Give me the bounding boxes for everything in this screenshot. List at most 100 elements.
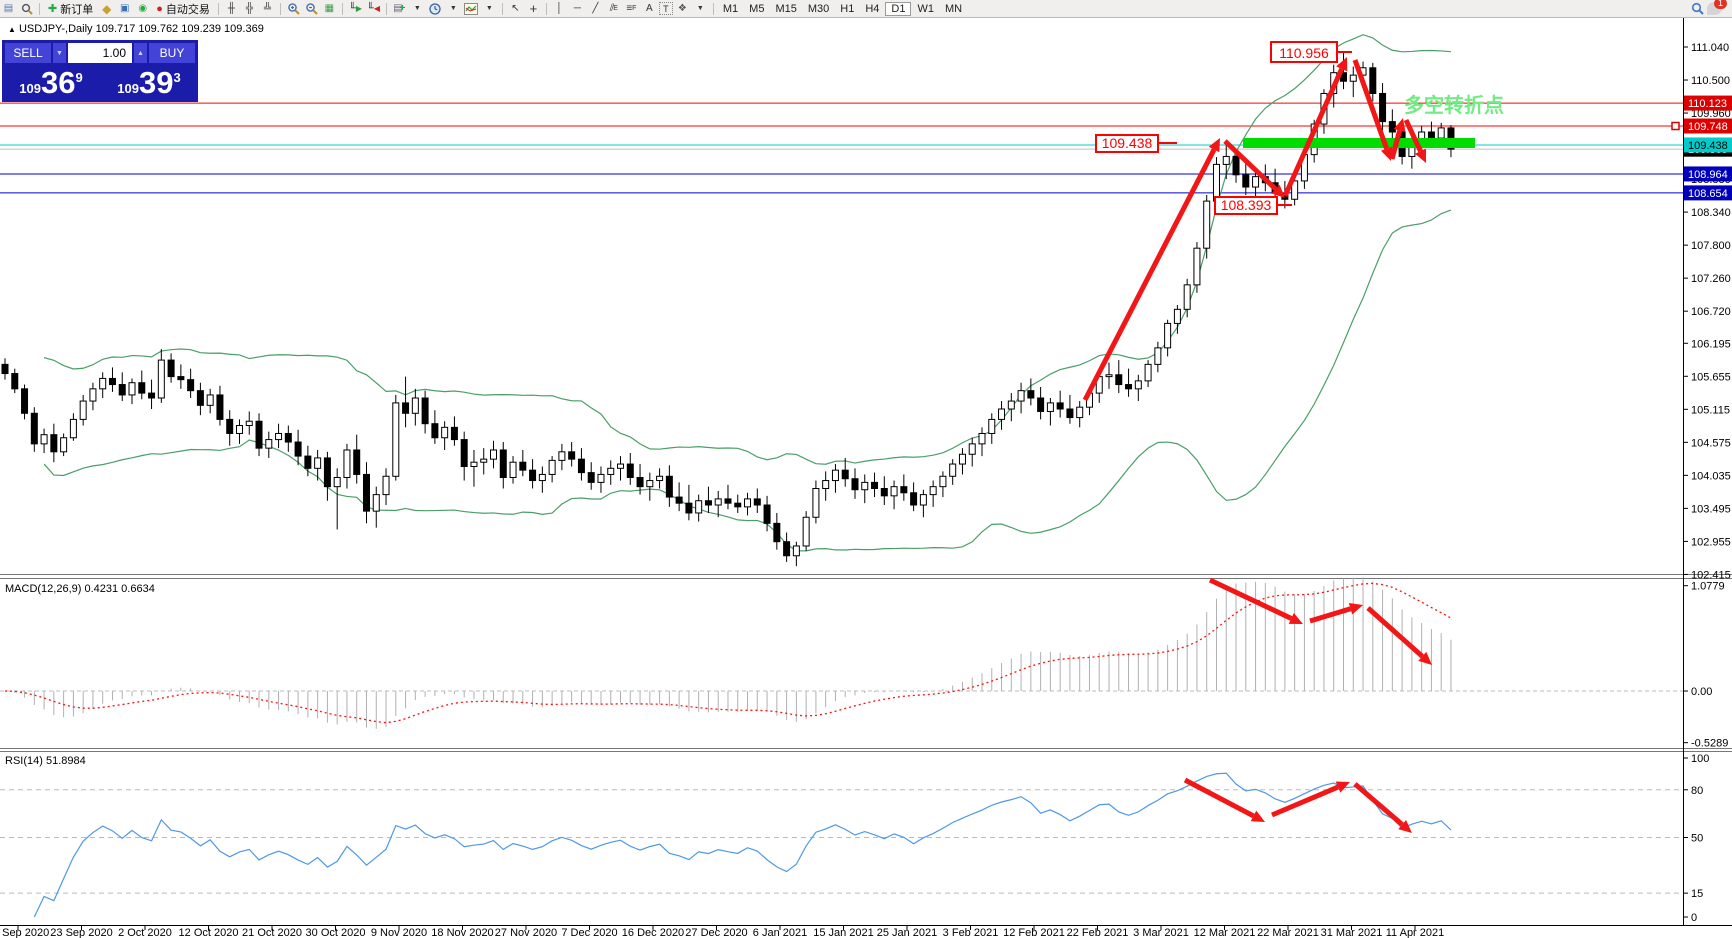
timeframe-w1[interactable]: W1 <box>912 2 939 16</box>
symbol-info-bar[interactable]: ▲ USDJPY-,Daily 109.717 109.762 109.239 … <box>8 23 264 35</box>
volume-increase-button[interactable]: ▲ <box>134 43 147 63</box>
svg-text:0.00: 0.00 <box>1691 686 1712 698</box>
svg-text:15: 15 <box>1691 888 1703 900</box>
volume-decrease-button[interactable]: ▼ <box>53 43 66 63</box>
timeframe-h1[interactable]: H1 <box>835 2 859 16</box>
chart-area[interactable]: 111.040110.500109.960109.420108.880108.3… <box>0 0 1732 938</box>
timeframe-m5[interactable]: M5 <box>744 2 769 16</box>
svg-text:7 Dec 2020: 7 Dec 2020 <box>561 927 617 938</box>
support-zone-bar[interactable] <box>1243 138 1475 148</box>
candlestick-chart-icon[interactable]: ╬ <box>241 2 258 16</box>
bollinger-bands <box>43 34 1452 552</box>
horizontal-line-tool-icon[interactable]: ─ <box>569 2 586 16</box>
fibonacci-tool-icon[interactable]: ≡ F <box>623 2 640 16</box>
trend-arrows-rsi[interactable] <box>1183 777 1412 833</box>
candlestick-series <box>1 51 1455 567</box>
toolbar-separator <box>279 2 281 15</box>
svg-text:110.956: 110.956 <box>1279 45 1329 61</box>
channel-tool-icon[interactable]: ⫽ E <box>605 2 622 16</box>
notification-icon[interactable]: 1 <box>1707 0 1727 15</box>
svg-text:12 Feb 2021: 12 Feb 2021 <box>1003 927 1065 938</box>
volume-input[interactable]: 1.00 <box>68 43 132 63</box>
chart-profile-icon[interactable] <box>18 2 35 16</box>
svg-text:109.438: 109.438 <box>1688 140 1728 152</box>
autotrade-icon: ● <box>156 2 163 15</box>
timeframe-mn[interactable]: MN <box>940 2 967 16</box>
svg-text:103.495: 103.495 <box>1691 503 1731 515</box>
timeframe-m1[interactable]: M1 <box>718 2 743 16</box>
cursor-icon[interactable]: ↖ <box>507 2 524 16</box>
svg-text:108.964: 108.964 <box>1688 169 1728 181</box>
new-order-button[interactable]: ✚ 新订单 <box>44 1 97 16</box>
macd-series <box>4 577 1452 729</box>
sell-price-prefix: 109 <box>19 81 41 96</box>
timeframe-m15[interactable]: M15 <box>770 2 801 16</box>
svg-text:9 Nov 2020: 9 Nov 2020 <box>371 927 427 938</box>
svg-text:105.115: 105.115 <box>1691 404 1730 416</box>
svg-text:22 Feb 2021: 22 Feb 2021 <box>1067 927 1129 938</box>
arrows-tool-icon[interactable]: ❖ <box>674 2 691 16</box>
trend-arrows-macd[interactable] <box>1208 577 1432 665</box>
buy-price[interactable]: 109 39 3 <box>103 65 195 98</box>
svg-text:50: 50 <box>1691 833 1703 845</box>
indicators-icon[interactable] <box>463 2 480 16</box>
rsi-line <box>33 772 1452 918</box>
svg-text:3 Mar 2021: 3 Mar 2021 <box>1133 927 1189 938</box>
period-clock-icon[interactable] <box>427 2 444 16</box>
search-icon[interactable] <box>1689 2 1706 16</box>
new-order-icon: ✚ <box>48 3 58 15</box>
vertical-line-tool-icon[interactable]: │ <box>551 2 568 16</box>
svg-text:100: 100 <box>1691 753 1709 765</box>
svg-text:106.720: 106.720 <box>1691 306 1731 318</box>
signals-icon[interactable]: ◉ <box>134 2 151 16</box>
svg-text:27 Dec 2020: 27 Dec 2020 <box>685 927 747 938</box>
turning-point-note[interactable]: 多空转折点 <box>1404 93 1504 117</box>
macd-indicator-label: MACD(12,26,9) 0.4231 0.6634 <box>5 583 155 595</box>
date-axis: 14 Sep 202023 Sep 2020 2 Oct 2020 12 Oct 2… <box>0 926 1444 938</box>
eraser-icon[interactable]: ◆ <box>98 2 115 16</box>
text-tool-icon[interactable]: A <box>641 2 658 16</box>
svg-text:105.655: 105.655 <box>1691 371 1731 383</box>
sell-price-pip: 9 <box>75 70 83 85</box>
dropdown-arrow-icon[interactable]: ▼ <box>692 2 709 16</box>
timeframe-d1[interactable]: D1 <box>885 1 912 16</box>
svg-text:110.500: 110.500 <box>1691 75 1730 87</box>
svg-text:0: 0 <box>1691 912 1697 924</box>
chart-shift-icon[interactable]: ╙ ▶ <box>347 2 364 16</box>
auto-scroll-icon[interactable]: ╙ ◀ <box>365 2 382 16</box>
trendline-tool-icon[interactable]: ╱ <box>587 2 604 16</box>
svg-text:107.260: 107.260 <box>1691 273 1731 285</box>
toolbar-separator <box>545 2 547 15</box>
line-chart-icon[interactable]: ╩ <box>259 2 276 16</box>
autotrade-button[interactable]: ● 自动交易 <box>152 1 214 16</box>
dropdown-arrow-icon[interactable]: ▼ <box>481 2 498 16</box>
tile-windows-icon[interactable]: ▦ <box>321 2 338 16</box>
svg-text:1.0779: 1.0779 <box>1691 581 1725 593</box>
sell-price[interactable]: 109 36 9 <box>5 65 97 98</box>
sell-button[interactable]: SELL <box>5 43 51 63</box>
svg-text:108.393: 108.393 <box>1221 197 1272 213</box>
timeframe-h4[interactable]: H4 <box>860 2 884 16</box>
crosshair-icon[interactable]: + <box>525 1 542 16</box>
new-chart-icon[interactable]: ▤ <box>0 2 17 16</box>
svg-text:108.340: 108.340 <box>1691 207 1731 219</box>
dropdown-arrow-icon[interactable]: ▼ <box>445 2 462 16</box>
svg-text:2 Oct 2020: 2 Oct 2020 <box>118 927 172 938</box>
buy-price-prefix: 109 <box>117 81 139 96</box>
svg-text:108.654: 108.654 <box>1688 188 1728 200</box>
stamp-icon[interactable]: ▣ <box>116 2 133 16</box>
toolbar-separator <box>341 2 343 15</box>
bar-chart-icon[interactable]: ╫ <box>223 2 240 16</box>
trend-arrows-main[interactable] <box>1082 57 1426 402</box>
text-label-tool-icon[interactable]: T <box>658 2 673 15</box>
collapse-icon[interactable]: ▲ <box>8 25 16 34</box>
buy-button[interactable]: BUY <box>149 43 195 63</box>
dropdown-arrow-icon[interactable]: ▼ <box>409 2 426 16</box>
rsi-indicator-label: RSI(14) 51.8984 <box>5 755 86 767</box>
zoom-in-icon[interactable] <box>285 2 302 16</box>
add-chart-icon[interactable]: ▤ + <box>391 2 408 16</box>
zoom-out-icon[interactable] <box>303 2 320 16</box>
buy-price-pip: 3 <box>173 70 181 85</box>
svg-text:102.415: 102.415 <box>1691 569 1731 581</box>
timeframe-m30[interactable]: M30 <box>803 2 834 16</box>
